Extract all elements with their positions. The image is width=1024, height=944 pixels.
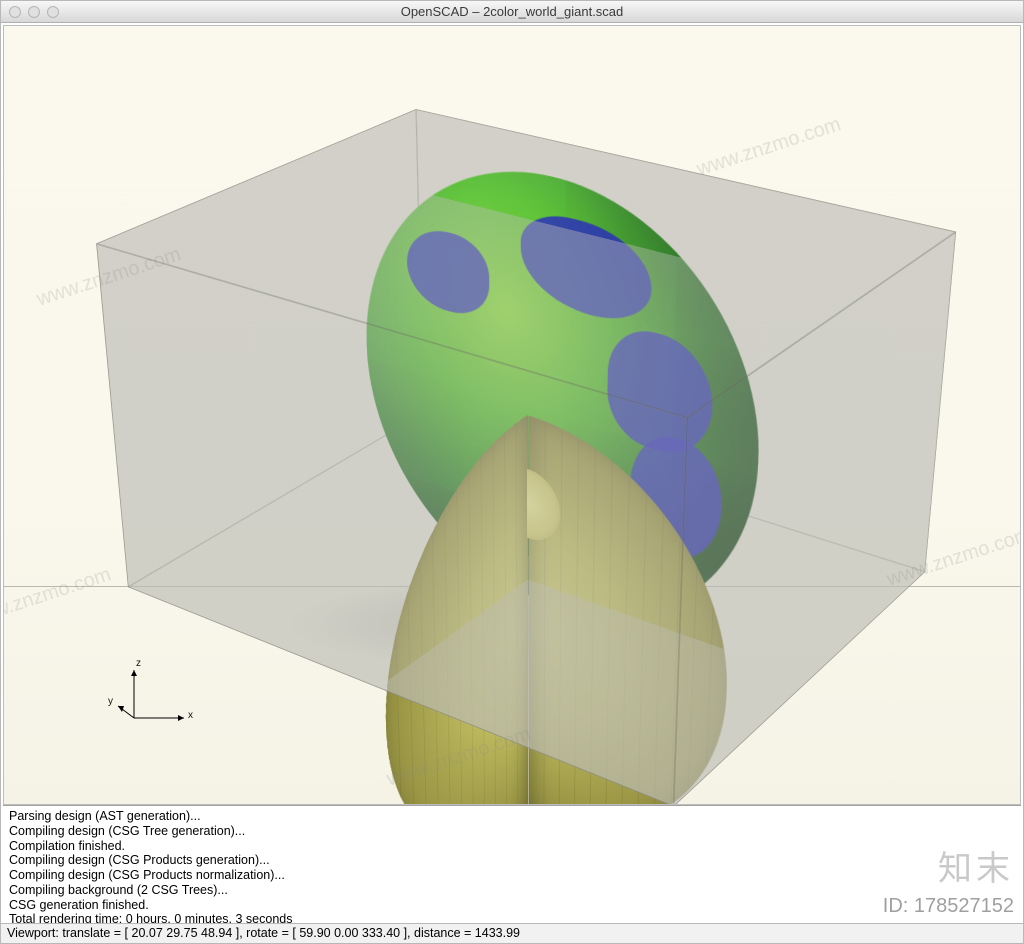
console-line: Compiling background (2 CSG Trees)... xyxy=(9,883,1015,898)
window-controls xyxy=(1,6,59,18)
axis-x-label: x xyxy=(188,710,193,721)
status-bar: Viewport: translate = [ 20.07 29.75 48.9… xyxy=(1,923,1023,943)
content-area: x y z www.znzmo.com www.znzmo.com www.zn… xyxy=(1,23,1023,943)
close-icon[interactable] xyxy=(9,6,21,18)
axis-gizmo: x y z xyxy=(114,658,214,738)
titlebar[interactable]: OpenSCAD – 2color_world_giant.scad xyxy=(1,1,1023,23)
window-title: OpenSCAD – 2color_world_giant.scad xyxy=(1,4,1023,19)
3d-viewport[interactable]: x y z www.znzmo.com www.znzmo.com www.zn… xyxy=(3,25,1021,805)
status-text: Viewport: translate = [ 20.07 29.75 48.9… xyxy=(7,926,520,940)
axis-y-label: y xyxy=(108,696,113,707)
console-line: Compiling design (CSG Tree generation)..… xyxy=(9,824,1015,839)
console-line: Compiling design (CSG Products normaliza… xyxy=(9,868,1015,883)
console-line: Parsing design (AST generation)... xyxy=(9,809,1015,824)
axis-z-label: z xyxy=(136,658,141,669)
console-panel[interactable]: Parsing design (AST generation)... Compi… xyxy=(3,805,1021,923)
console-line: Compilation finished. xyxy=(9,839,1015,854)
axis-lines-icon xyxy=(114,658,214,738)
app-window: OpenSCAD – 2color_world_giant.scad xyxy=(0,0,1024,944)
zoom-icon[interactable] xyxy=(47,6,59,18)
minimize-icon[interactable] xyxy=(28,6,40,18)
console-line: Total rendering time: 0 hours, 0 minutes… xyxy=(9,912,1015,923)
console-line: Compiling design (CSG Products generatio… xyxy=(9,853,1015,868)
console-line: CSG generation finished. xyxy=(9,898,1015,913)
